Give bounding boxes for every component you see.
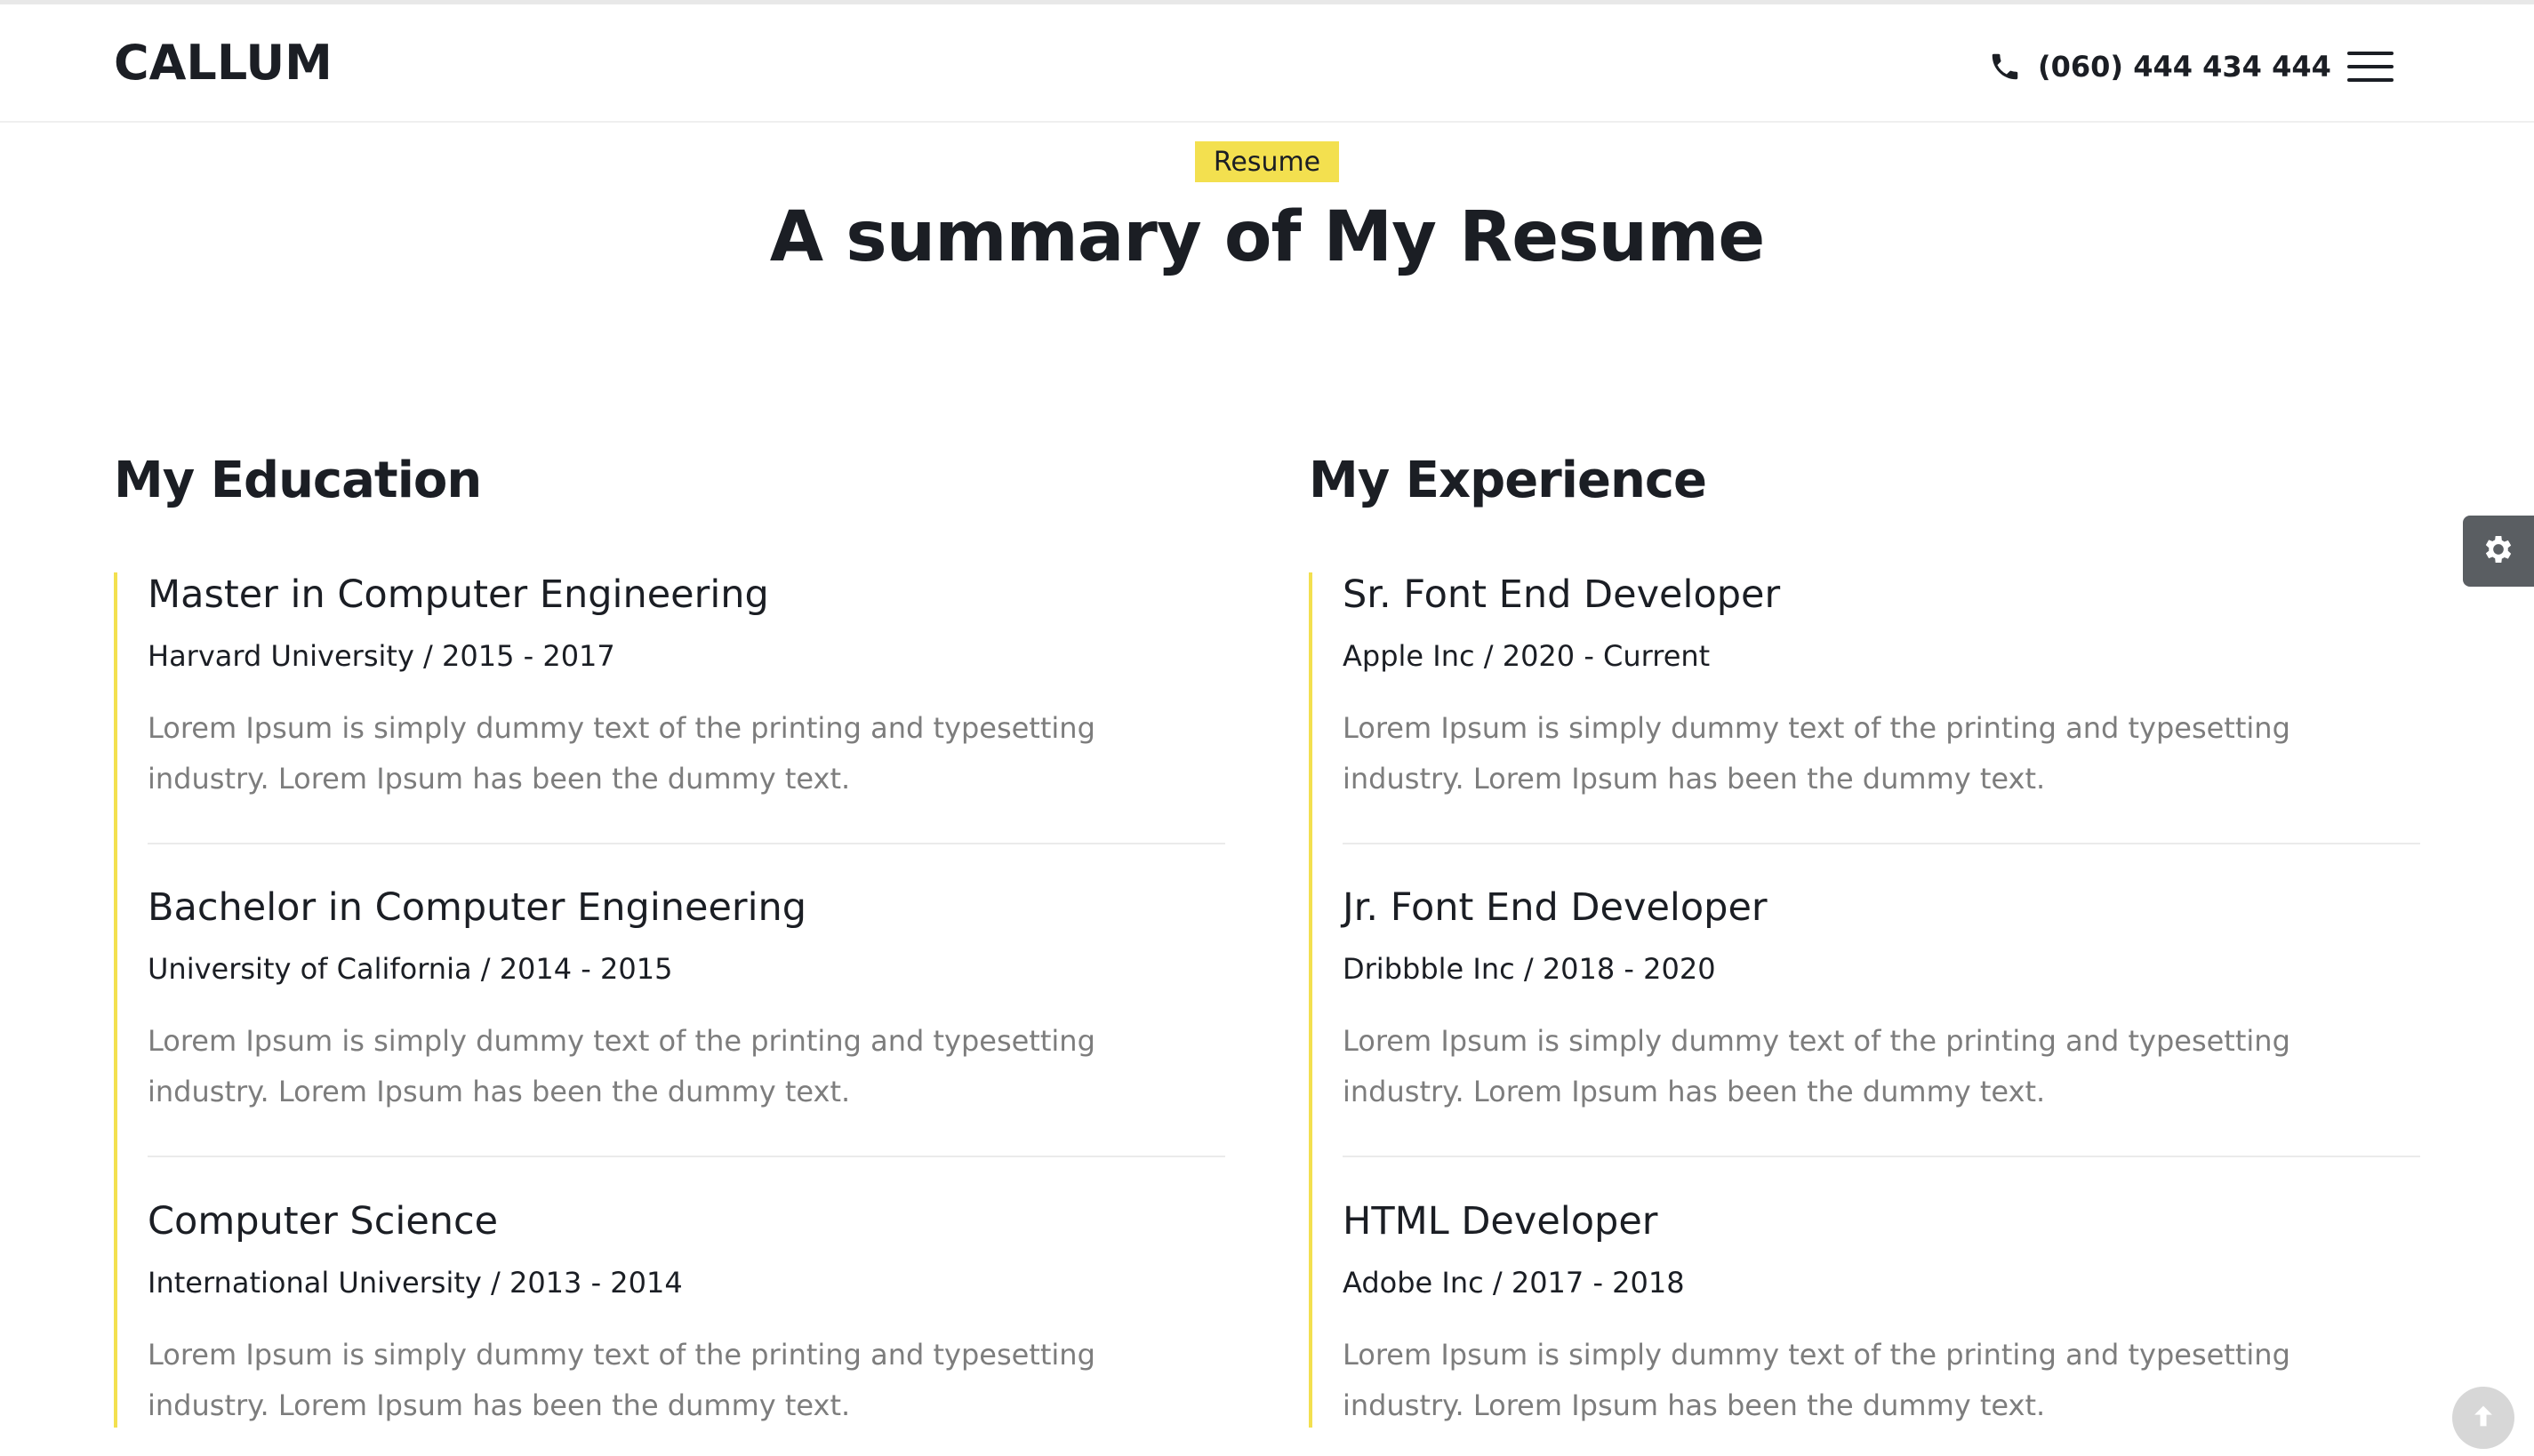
education-heading: My Education (114, 452, 482, 509)
scroll-top-button[interactable] (2452, 1387, 2514, 1449)
site-logo[interactable]: CALLUM (114, 35, 333, 91)
section-tag: Resume (1195, 141, 1339, 182)
resume-page: CALLUM (060) 444 434 444 Resume A summar… (0, 0, 2534, 1456)
experience-item-meta: Apple Inc / 2020 - Current (1343, 639, 1711, 673)
phone-link[interactable]: (060) 444 434 444 (1988, 47, 2331, 86)
site-header: CALLUM (060) 444 434 444 (0, 4, 2534, 123)
experience-item-title: HTML Developer (1343, 1199, 1658, 1244)
education-item-desc: Lorem Ipsum is simply dummy text of the … (148, 1338, 1095, 1422)
education-item-title: Bachelor in Computer Engineering (148, 885, 807, 930)
item-divider (1343, 1156, 2420, 1157)
experience-item-meta: Dribbble Inc / 2018 - 2020 (1343, 952, 1716, 986)
education-list: Master in Computer Engineering Harvard U… (114, 572, 1225, 1428)
arrow-up-icon (2468, 1401, 2498, 1435)
gear-icon (2481, 532, 2516, 571)
hamburger-menu-icon[interactable] (2347, 52, 2394, 82)
experience-item-title: Sr. Font End Developer (1343, 572, 1781, 617)
experience-item-desc: Lorem Ipsum is simply dummy text of the … (1343, 1024, 2290, 1108)
experience-item-desc: Lorem Ipsum is simply dummy text of the … (1343, 1338, 2290, 1422)
page-title: A summary of My Resume (769, 197, 1766, 277)
item-divider (1343, 843, 2420, 844)
education-item-meta: Harvard University / 2015 - 2017 (148, 639, 615, 673)
settings-button[interactable] (2463, 516, 2534, 587)
education-item-title: Master in Computer Engineering (148, 572, 769, 617)
education-item-title: Computer Science (148, 1199, 499, 1244)
education-item-desc: Lorem Ipsum is simply dummy text of the … (148, 1024, 1095, 1108)
experience-list: Sr. Font End Developer Apple Inc / 2020 … (1309, 572, 2420, 1428)
education-item-meta: University of California / 2014 - 2015 (148, 952, 673, 986)
experience-heading: My Experience (1309, 452, 1707, 509)
education-item-meta: International University / 2013 - 2014 (148, 1266, 683, 1300)
experience-item-meta: Adobe Inc / 2017 - 2018 (1343, 1266, 1685, 1300)
experience-item-desc: Lorem Ipsum is simply dummy text of the … (1343, 711, 2290, 796)
education-item-desc: Lorem Ipsum is simply dummy text of the … (148, 711, 1095, 796)
phone-number: (060) 444 434 444 (2038, 50, 2331, 84)
phone-icon (1988, 50, 2022, 84)
item-divider (148, 843, 1225, 844)
item-divider (148, 1156, 1225, 1157)
experience-item-title: Jr. Font End Developer (1343, 885, 1768, 930)
